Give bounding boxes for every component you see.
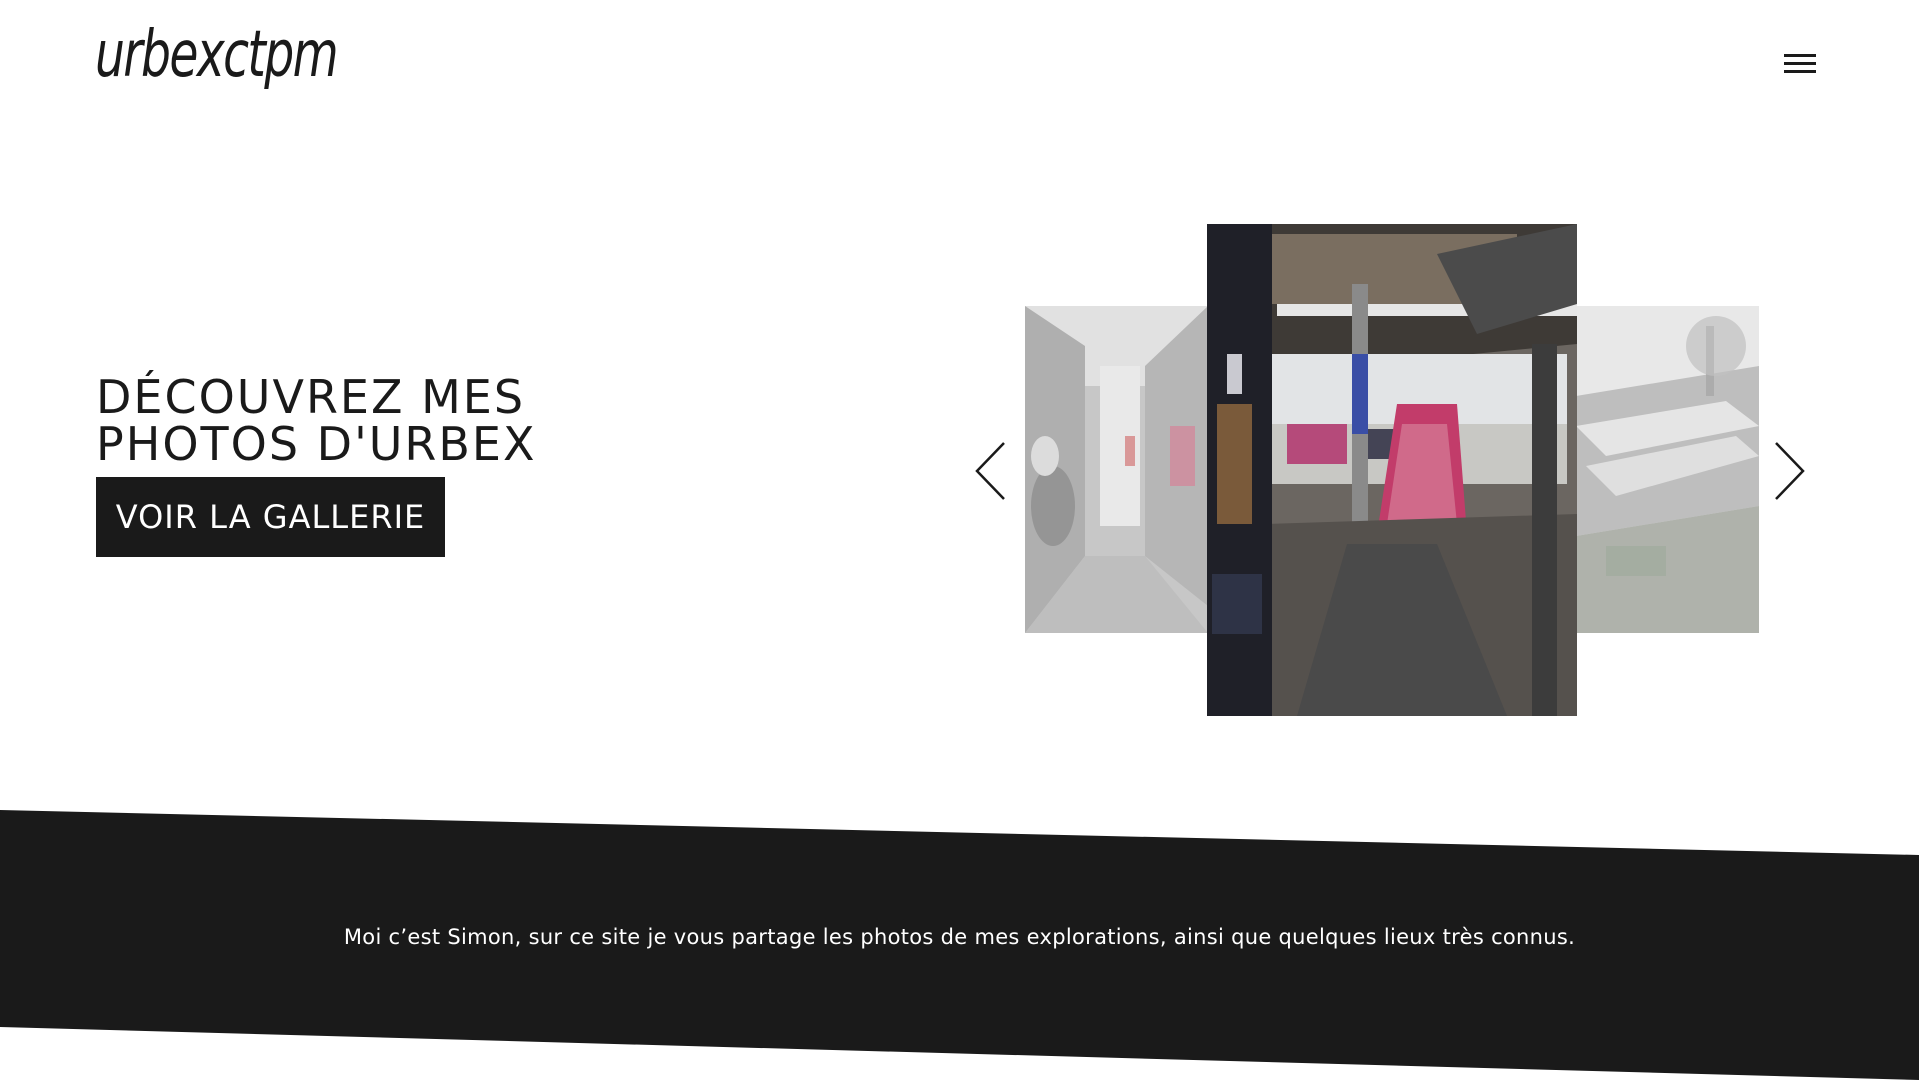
corridor-photo [1025,306,1208,633]
chevron-left-icon [975,442,1005,500]
abandoned-hall-photo [1207,224,1577,716]
hero-title: DÉCOUVREZ MES PHOTOS D'URBEX [96,370,537,471]
menu-bar [1784,54,1816,57]
carousel-next-button[interactable] [1772,440,1812,502]
photo-carousel [960,220,1820,720]
carousel-slide-current[interactable] [1207,224,1577,716]
carousel-slide-previous[interactable] [1025,306,1208,633]
hamburger-menu-icon[interactable] [1784,52,1816,76]
site-logo[interactable]: urbexctpm [95,18,339,92]
chevron-right-icon [1775,442,1805,500]
menu-bar [1784,70,1816,73]
carousel-prev-button[interactable] [974,440,1014,502]
carousel-slide-next[interactable] [1576,306,1759,633]
page: urbexctpm DÉCOUVREZ MES PHOTOS D'URBEX V… [0,0,1919,1080]
menu-bar [1784,62,1816,65]
about-text: Moi c’est Simon, sur ce site je vous par… [343,925,1576,949]
rooftops-photo [1576,306,1759,633]
view-gallery-button[interactable]: VOIR LA GALLERIE [96,477,445,557]
